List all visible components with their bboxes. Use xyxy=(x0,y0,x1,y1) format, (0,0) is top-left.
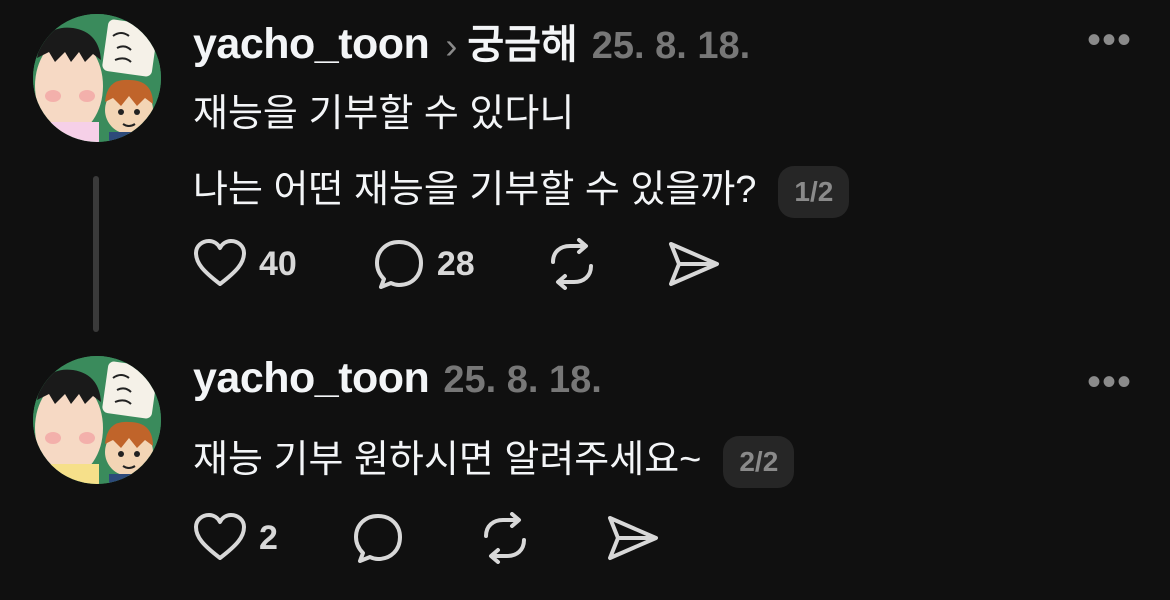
like-button[interactable]: 2 xyxy=(193,513,278,563)
page-indicator-badge: 2/2 xyxy=(723,435,795,488)
post-header: yacho_toon 25. 8. 18. xyxy=(193,354,602,403)
more-options-icon[interactable]: ••• xyxy=(1087,20,1132,60)
post-header: yacho_toon › 궁금해 25. 8. 18. xyxy=(193,12,750,70)
repost-button[interactable] xyxy=(545,238,599,290)
comment-button[interactable] xyxy=(352,512,404,564)
post-date: 25. 8. 18. xyxy=(591,25,751,67)
heart-icon xyxy=(194,513,246,560)
comment-count: 28 xyxy=(436,244,475,283)
heart-icon xyxy=(194,239,246,286)
repost-button[interactable] xyxy=(478,512,532,564)
username[interactable]: yacho_toon xyxy=(193,20,430,69)
like-button[interactable]: 40 xyxy=(193,239,297,289)
send-icon xyxy=(668,242,719,286)
avatar[interactable] xyxy=(33,14,161,142)
like-count: 2 xyxy=(259,518,278,557)
share-button[interactable] xyxy=(667,240,721,288)
post-text-content: 나는 어떤 재능을 기부할 수 있을까? xyxy=(193,169,757,211)
post-text-line: 나는 어떤 재능을 기부할 수 있을까? 1/2 xyxy=(193,158,850,218)
avatar-illustration xyxy=(33,356,161,484)
speech-bubble-icon xyxy=(374,240,423,289)
share-button[interactable] xyxy=(606,514,660,562)
topic-tag[interactable]: 궁금해 xyxy=(467,12,577,70)
avatar[interactable] xyxy=(33,356,161,484)
action-bar: 2 xyxy=(193,512,660,564)
post-date: 25. 8. 18. xyxy=(443,359,602,401)
post-text-line: 재능 기부 원하시면 알려주세요~ 2/2 xyxy=(193,428,795,488)
speech-bubble-icon xyxy=(353,514,402,563)
more-options-icon[interactable]: ••• xyxy=(1087,362,1132,402)
send-icon xyxy=(607,516,658,560)
comment-button[interactable]: 28 xyxy=(373,238,475,290)
username[interactable]: yacho_toon xyxy=(193,354,430,403)
avatar-illustration xyxy=(33,14,161,142)
page-indicator-badge: 1/2 xyxy=(778,165,850,218)
post-text-line: 재능을 기부할 수 있다니 xyxy=(193,93,575,135)
thread-connector xyxy=(93,176,99,332)
like-count: 40 xyxy=(259,244,297,283)
repost-icon xyxy=(483,512,526,564)
chevron-right-icon: › xyxy=(445,25,458,66)
repost-icon xyxy=(550,238,593,290)
post-text-content: 재능 기부 원하시면 알려주세요~ xyxy=(193,439,702,481)
action-bar: 40 28 xyxy=(193,238,721,290)
